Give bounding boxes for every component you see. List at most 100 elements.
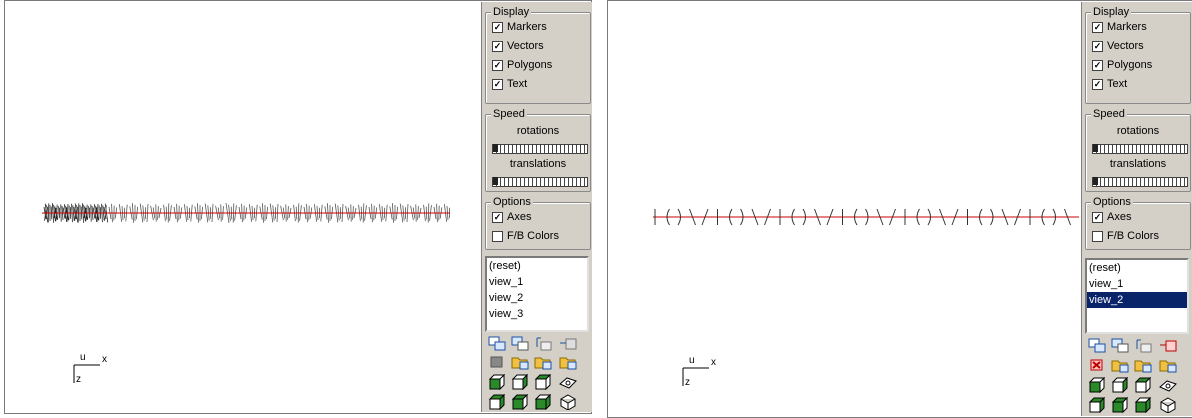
checkbox-box: [1092, 231, 1103, 242]
slider-knob[interactable]: [1093, 177, 1098, 185]
save-view-icon[interactable]: [1134, 357, 1152, 373]
cube-bottom-icon[interactable]: [534, 394, 552, 410]
speed-group: Speed rotations translations: [1085, 107, 1191, 192]
vectors-checkbox[interactable]: ✓ Vectors: [1092, 40, 1144, 53]
cube-bottom-icon[interactable]: [1134, 397, 1152, 413]
paste-view-icon[interactable]: [1111, 337, 1129, 353]
checkbox-box: ✓: [492, 41, 503, 52]
fb-colors-checkbox[interactable]: F/B Colors: [1092, 230, 1159, 243]
insert-view-icon[interactable]: [1134, 337, 1152, 353]
cube-top-icon[interactable]: [1134, 377, 1152, 393]
checkbox-box: ✓: [492, 79, 503, 90]
viewer-panel-2: u x z Display ✓ Markers ✓ Vectors ✓ Polygon…: [607, 0, 1192, 418]
translations-label: translations: [509, 158, 567, 170]
3d-viewport[interactable]: u x z: [609, 2, 1081, 416]
view-list[interactable]: (reset) view_1 view_2 view_3: [485, 256, 589, 332]
delete-view-icon[interactable]: [488, 354, 506, 370]
axis-label-z: z: [76, 374, 81, 385]
polygons-checkbox[interactable]: ✓ Polygons: [1092, 59, 1152, 72]
cube-front-icon[interactable]: [1088, 377, 1106, 393]
speed-group-title: Speed: [1091, 107, 1127, 121]
translations-slider[interactable]: [492, 177, 588, 187]
options-group-title: Options: [1091, 195, 1133, 209]
dense-vector-field: [42, 202, 450, 224]
axes-indicator: u x z: [681, 355, 731, 394]
iso-view-icon[interactable]: [1159, 397, 1177, 413]
vectors-checkbox[interactable]: ✓ Vectors: [492, 40, 544, 53]
display-group-title: Display: [491, 5, 532, 19]
insert-view-icon[interactable]: [534, 335, 552, 351]
export-view-icon[interactable]: [1159, 357, 1177, 373]
cube-front-icon[interactable]: [488, 374, 506, 390]
rotations-label: rotations: [1116, 125, 1160, 137]
copy-view-icon[interactable]: [1088, 337, 1106, 353]
perspective-icon[interactable]: [1159, 377, 1177, 393]
control-sidebar: Display ✓ Markers ✓ Vectors ✓ Polygons ✓ Tex…: [481, 2, 592, 412]
markers-checkbox[interactable]: ✓ Markers: [492, 21, 547, 34]
axis-label-y: u: [80, 352, 86, 363]
options-group-title: Options: [491, 195, 533, 209]
axes-checkbox[interactable]: ✓ Axes: [492, 211, 531, 224]
text-checkbox[interactable]: ✓ Text: [1092, 78, 1127, 91]
slider-knob[interactable]: [493, 144, 498, 152]
save-view-icon[interactable]: [534, 354, 552, 370]
iso-view-icon[interactable]: [559, 394, 577, 410]
replace-view-icon[interactable]: [1159, 337, 1177, 353]
replace-view-icon[interactable]: [559, 335, 577, 351]
view-list-item[interactable]: view_1: [1087, 276, 1187, 292]
view-list[interactable]: (reset) view_1 view_2: [1085, 258, 1189, 334]
cube-left-icon[interactable]: [511, 394, 529, 410]
view-list-item[interactable]: view_1: [487, 274, 587, 290]
checkbox-box: ✓: [1092, 22, 1103, 33]
paste-view-icon[interactable]: [511, 335, 529, 351]
fb-colors-checkbox[interactable]: F/B Colors: [492, 230, 559, 243]
view-list-item[interactable]: (reset): [1087, 260, 1187, 276]
checkbox-box: [492, 231, 503, 242]
axis-label-y: u: [689, 355, 695, 366]
speed-group: Speed rotations translations: [485, 107, 591, 192]
view-list-item[interactable]: view_3: [487, 306, 587, 322]
slider-knob[interactable]: [493, 177, 498, 185]
markers-checkbox[interactable]: ✓ Markers: [1092, 21, 1147, 34]
viewer-panel-1: u x z Display ✓ Markers ✓ Vectors ✓ Polygon…: [4, 0, 592, 414]
open-view-icon[interactable]: [1111, 357, 1129, 373]
control-sidebar: Display ✓ Markers ✓ Vectors ✓ Polygons ✓ Tex…: [1081, 2, 1192, 416]
axis-label-x: x: [711, 357, 716, 368]
display-group: Display ✓ Markers ✓ Vectors ✓ Polygons ✓ Tex…: [485, 5, 591, 104]
perspective-icon[interactable]: [559, 374, 577, 390]
checkbox-box: ✓: [1092, 41, 1103, 52]
text-checkbox[interactable]: ✓ Text: [492, 78, 527, 91]
options-group: Options ✓ Axes F/B Colors: [485, 195, 591, 250]
translations-slider[interactable]: [1092, 177, 1188, 187]
cube-left-icon[interactable]: [1111, 397, 1129, 413]
display-group-title: Display: [1091, 5, 1132, 19]
checkbox-box: ✓: [492, 212, 503, 223]
3d-viewport[interactable]: u x z: [6, 2, 481, 412]
view-list-item[interactable]: view_2: [487, 290, 587, 306]
axis-label-z: z: [685, 377, 690, 388]
view-list-item[interactable]: (reset): [487, 258, 587, 274]
checkbox-box: ✓: [1092, 60, 1103, 71]
rotations-slider[interactable]: [1092, 144, 1188, 154]
polygons-checkbox[interactable]: ✓ Polygons: [492, 59, 552, 72]
cube-side-icon[interactable]: [1111, 377, 1129, 393]
sparse-vector-field: [653, 208, 1079, 226]
axes-indicator: u x z: [72, 352, 122, 391]
options-group: Options ✓ Axes F/B Colors: [1085, 195, 1191, 250]
rotations-slider[interactable]: [492, 144, 588, 154]
export-view-icon[interactable]: [559, 354, 577, 370]
display-group: Display ✓ Markers ✓ Vectors ✓ Polygons ✓ Tex…: [1085, 5, 1191, 104]
cube-back-icon[interactable]: [488, 394, 506, 410]
copy-view-icon[interactable]: [488, 335, 506, 351]
slider-knob[interactable]: [1093, 144, 1098, 152]
cube-back-icon[interactable]: [1088, 397, 1106, 413]
view-list-item-selected[interactable]: view_2: [1087, 292, 1187, 308]
axis-label-x: x: [102, 354, 107, 365]
translations-label: translations: [1109, 158, 1167, 170]
open-view-icon[interactable]: [511, 354, 529, 370]
axes-checkbox[interactable]: ✓ Axes: [1092, 211, 1131, 224]
cube-top-icon[interactable]: [534, 374, 552, 390]
cube-side-icon[interactable]: [511, 374, 529, 390]
delete-view-icon[interactable]: [1088, 357, 1106, 373]
checkbox-box: ✓: [492, 60, 503, 71]
